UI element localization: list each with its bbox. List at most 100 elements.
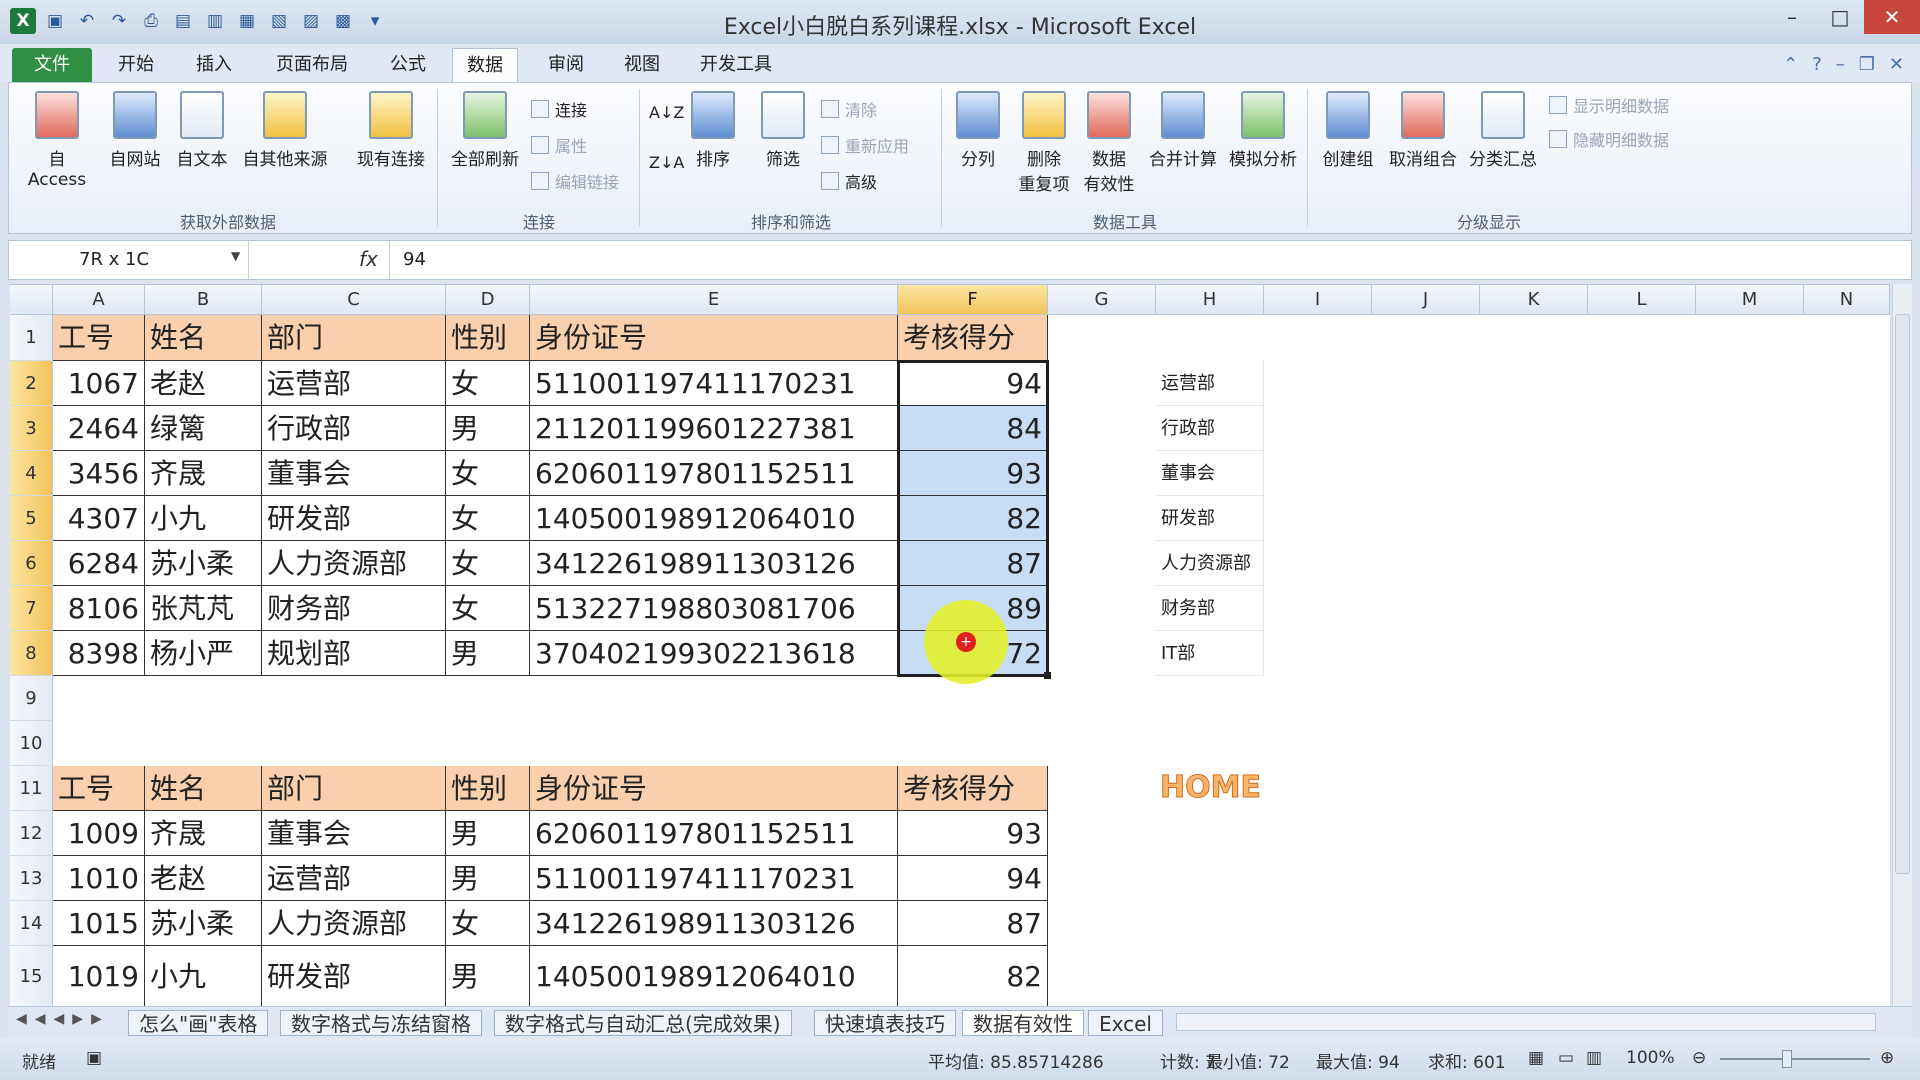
row-header-9[interactable]: 9 <box>10 676 53 721</box>
column-header-a[interactable]: A <box>53 285 145 315</box>
table2-header-cell[interactable]: 姓名 <box>145 766 262 811</box>
table1-cell[interactable]: 620601197801152511 <box>530 451 898 496</box>
tab-formulas[interactable]: 公式 <box>376 48 440 82</box>
table1-cell[interactable]: 94 <box>898 361 1048 406</box>
worksheet-grid[interactable]: A B C D E F G H I J K L M N 1 2 3 4 5 6 7 8 9 10 11 12 13 14 15 工号 姓名部… <box>10 284 1890 1006</box>
table1-cell[interactable]: 运营部 <box>262 361 446 406</box>
table2-cell[interactable]: 运营部 <box>262 856 446 901</box>
dept-list-cell[interactable]: 董事会 <box>1156 451 1264 496</box>
table2-cell[interactable]: 82 <box>898 946 1048 1006</box>
sheet-tab-draw-table[interactable]: 怎么"画"表格 <box>128 1010 269 1036</box>
minimize-ribbon-icon[interactable]: ⌃ <box>1783 54 1798 75</box>
column-header-m[interactable]: M <box>1696 285 1804 315</box>
table2-cell[interactable]: 老赵 <box>145 856 262 901</box>
horizontal-scrollbar[interactable] <box>1176 1013 1876 1031</box>
table1-cell[interactable]: 老赵 <box>145 361 262 406</box>
dept-list-cell[interactable]: 研发部 <box>1156 496 1264 541</box>
table1-cell[interactable]: 女 <box>446 361 530 406</box>
table1-cell[interactable]: 370402199302213618 <box>530 631 898 676</box>
reapply-button[interactable]: 重新应用 <box>821 133 909 157</box>
zoom-in-icon[interactable]: ⊕ <box>1880 1048 1894 1068</box>
table2-cell[interactable]: 511001197411170231 <box>530 856 898 901</box>
table1-cell[interactable]: 513227198803081706 <box>530 586 898 631</box>
sheet-tab-freeze-panes[interactable]: 数字格式与冻结窗格 <box>280 1010 482 1036</box>
column-header-e[interactable]: E <box>530 285 898 315</box>
table1-cell[interactable]: 人力资源部 <box>262 541 446 586</box>
formula-input[interactable]: 94 <box>403 241 426 279</box>
sort-descending-button[interactable]: Z↓A <box>649 153 684 172</box>
table1-cell[interactable]: 男 <box>446 631 530 676</box>
sheet-tab-fill-tips[interactable]: 快速填表技巧 <box>814 1010 956 1036</box>
filter-button[interactable]: 筛选 <box>755 91 811 170</box>
table2-cell[interactable]: 男 <box>446 811 530 856</box>
table1-cell[interactable]: 3456 <box>53 451 145 496</box>
row-header-15[interactable]: 15 <box>10 946 53 1006</box>
column-header-h[interactable]: H <box>1156 285 1264 315</box>
properties-button[interactable]: 属性 <box>531 133 587 157</box>
name-box[interactable]: 7R x 1C <box>9 241 249 279</box>
row-header-7[interactable]: 7 <box>10 586 53 631</box>
dept-list-cell[interactable]: 运营部 <box>1156 361 1264 406</box>
table2-cell[interactable]: 93 <box>898 811 1048 856</box>
row-header-6[interactable]: 6 <box>10 541 53 586</box>
table1-cell[interactable]: 苏小柔 <box>145 541 262 586</box>
table1-cell[interactable]: 杨小严 <box>145 631 262 676</box>
tab-developer[interactable]: 开发工具 <box>686 48 786 82</box>
dept-list-cell[interactable]: 财务部 <box>1156 586 1264 631</box>
column-header-d[interactable]: D <box>446 285 530 315</box>
table2-header-cell[interactable]: 工号 <box>53 766 145 811</box>
table2-cell[interactable]: 研发部 <box>262 946 446 1006</box>
table2-cell[interactable]: 94 <box>898 856 1048 901</box>
zoom-level[interactable]: 100% <box>1626 1048 1675 1068</box>
table1-header-cell[interactable]: 考核得分 <box>898 315 1048 361</box>
table2-header-cell[interactable]: 部门 <box>262 766 446 811</box>
table2-cell[interactable]: 1015 <box>53 901 145 946</box>
table1-cell[interactable]: 绿篱 <box>145 406 262 451</box>
table1-cell[interactable]: 341226198911303126 <box>530 541 898 586</box>
vertical-scroll-thumb[interactable] <box>1895 314 1910 874</box>
page-layout-view-icon[interactable]: ▭ <box>1558 1048 1574 1068</box>
table1-cell[interactable]: 511001197411170231 <box>530 361 898 406</box>
tab-review[interactable]: 审阅 <box>534 48 598 82</box>
table2-header-cell[interactable]: 考核得分 <box>898 766 1048 811</box>
from-text-button[interactable]: 自文本 <box>171 91 233 170</box>
table1-cell[interactable]: 140500198912064010 <box>530 496 898 541</box>
table2-cell[interactable]: 1010 <box>53 856 145 901</box>
table2-cell[interactable]: 1009 <box>53 811 145 856</box>
row-header-12[interactable]: 12 <box>10 811 53 856</box>
table1-cell[interactable]: 小九 <box>145 496 262 541</box>
row-header-1[interactable]: 1 <box>10 315 53 361</box>
table1-cell[interactable]: 84 <box>898 406 1048 451</box>
page-break-view-icon[interactable]: ▥ <box>1586 1048 1602 1068</box>
from-web-button[interactable]: 自网站 <box>105 91 165 170</box>
table1-cell[interactable]: 研发部 <box>262 496 446 541</box>
subtotal-button[interactable]: 分类汇总 <box>1463 91 1543 170</box>
select-all-corner[interactable] <box>10 285 53 315</box>
tab-view[interactable]: 视图 <box>610 48 674 82</box>
column-header-l[interactable]: L <box>1588 285 1696 315</box>
what-if-analysis-button[interactable]: 模拟分析 <box>1223 91 1303 170</box>
connections-button[interactable]: 连接 <box>531 97 587 121</box>
text-to-columns-button[interactable]: 分列 <box>949 91 1007 170</box>
column-header-g[interactable]: G <box>1048 285 1156 315</box>
row-header-11[interactable]: 11 <box>10 766 53 811</box>
show-detail-button[interactable]: 显示明细数据 <box>1549 93 1669 117</box>
zoom-slider[interactable] <box>1720 1058 1870 1060</box>
table1-cell[interactable]: 张芃芃 <box>145 586 262 631</box>
sheet-tab-excel[interactable]: Excel <box>1088 1010 1163 1036</box>
table2-cell[interactable]: 男 <box>446 856 530 901</box>
table1-cell[interactable]: 4307 <box>53 496 145 541</box>
table2-cell[interactable]: 87 <box>898 901 1048 946</box>
help-icon[interactable]: ? <box>1812 54 1822 75</box>
table2-cell[interactable]: 女 <box>446 901 530 946</box>
row-header-2[interactable]: 2 <box>10 361 53 406</box>
column-header-b[interactable]: B <box>145 285 262 315</box>
table1-cell[interactable]: 82 <box>898 496 1048 541</box>
table2-cell[interactable]: 140500198912064010 <box>530 946 898 1006</box>
table1-cell[interactable]: 女 <box>446 451 530 496</box>
table2-cell[interactable]: 341226198911303126 <box>530 901 898 946</box>
table2-header-cell[interactable]: 身份证号 <box>530 766 898 811</box>
table1-cell[interactable]: 财务部 <box>262 586 446 631</box>
column-header-n[interactable]: N <box>1804 285 1890 315</box>
sheet-nav-arrows-icon[interactable]: ◀◀◀▶▶ <box>16 1011 110 1027</box>
